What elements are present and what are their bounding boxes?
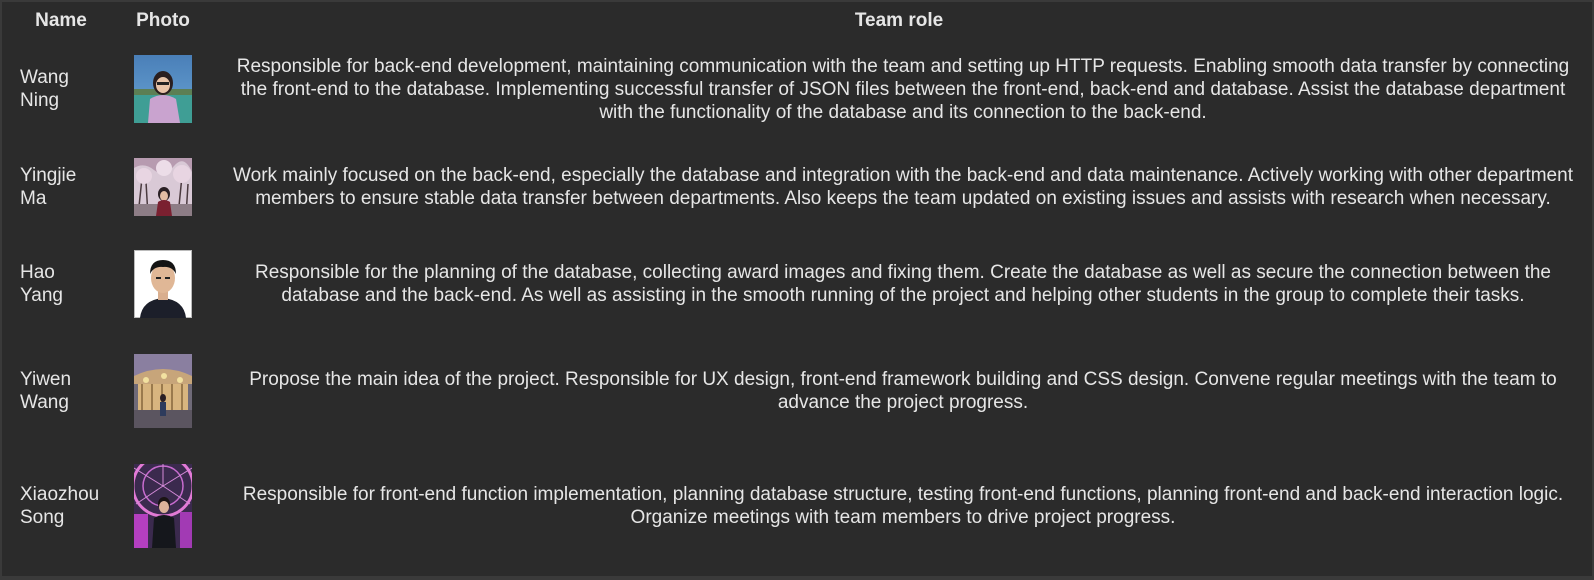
member-photo-cell [120,40,206,138]
member-photo [134,55,192,123]
member-role: Propose the main idea of the project. Re… [249,369,1557,413]
member-photo [134,250,192,318]
table-row: Yingjie Ma Work mainly focused on the ba… [2,138,1592,236]
table-row: Hao Yang Responsible for the planning of… [2,236,1592,332]
member-name: Hao Yang [2,236,120,332]
photo-column-header: Photo [136,10,190,31]
member-name-text: Xiaozhou Song [20,484,100,528]
member-name: Yingjie Ma [2,138,120,236]
member-photo-cell [120,450,206,562]
member-name: Yiwen Wang [2,332,120,450]
table-row: Wang Ning Responsible for back-end devel… [2,40,1592,138]
member-photo-cell [120,138,206,236]
member-photo-cell [120,332,206,450]
member-photo [134,158,192,216]
member-name-text: Yiwen Wang [20,369,72,413]
role-column-header: Team role [854,10,944,31]
member-photo-cell [120,236,206,332]
member-role: Responsible for back-end development, ma… [236,55,1570,123]
member-photo [134,464,192,548]
member-role: Responsible for front-end function imple… [242,484,1564,528]
member-role: Responsible for the planning of the data… [255,262,1551,306]
table-row: Xiaozhou Song Responsible for front-end … [2,450,1592,562]
table-row: Yiwen Wang Propose the main idea of the … [2,332,1592,450]
team-table-frame: Name Photo Team role Wang Ning Responsib… [0,0,1594,580]
member-name-text: Hao Yang [20,262,63,306]
name-column-header: Name [35,10,87,31]
table-header-row: Name Photo Team role [2,2,1592,40]
member-name-text: Yingjie Ma [20,165,77,209]
member-name: Wang Ning [2,40,120,138]
member-photo [134,354,192,428]
team-table: Name Photo Team role Wang Ning Responsib… [2,2,1592,562]
member-name: Xiaozhou Song [2,450,120,562]
member-name-text: Wang Ning [20,67,69,111]
member-role: Work mainly focused on the back-end, esp… [233,165,1573,209]
